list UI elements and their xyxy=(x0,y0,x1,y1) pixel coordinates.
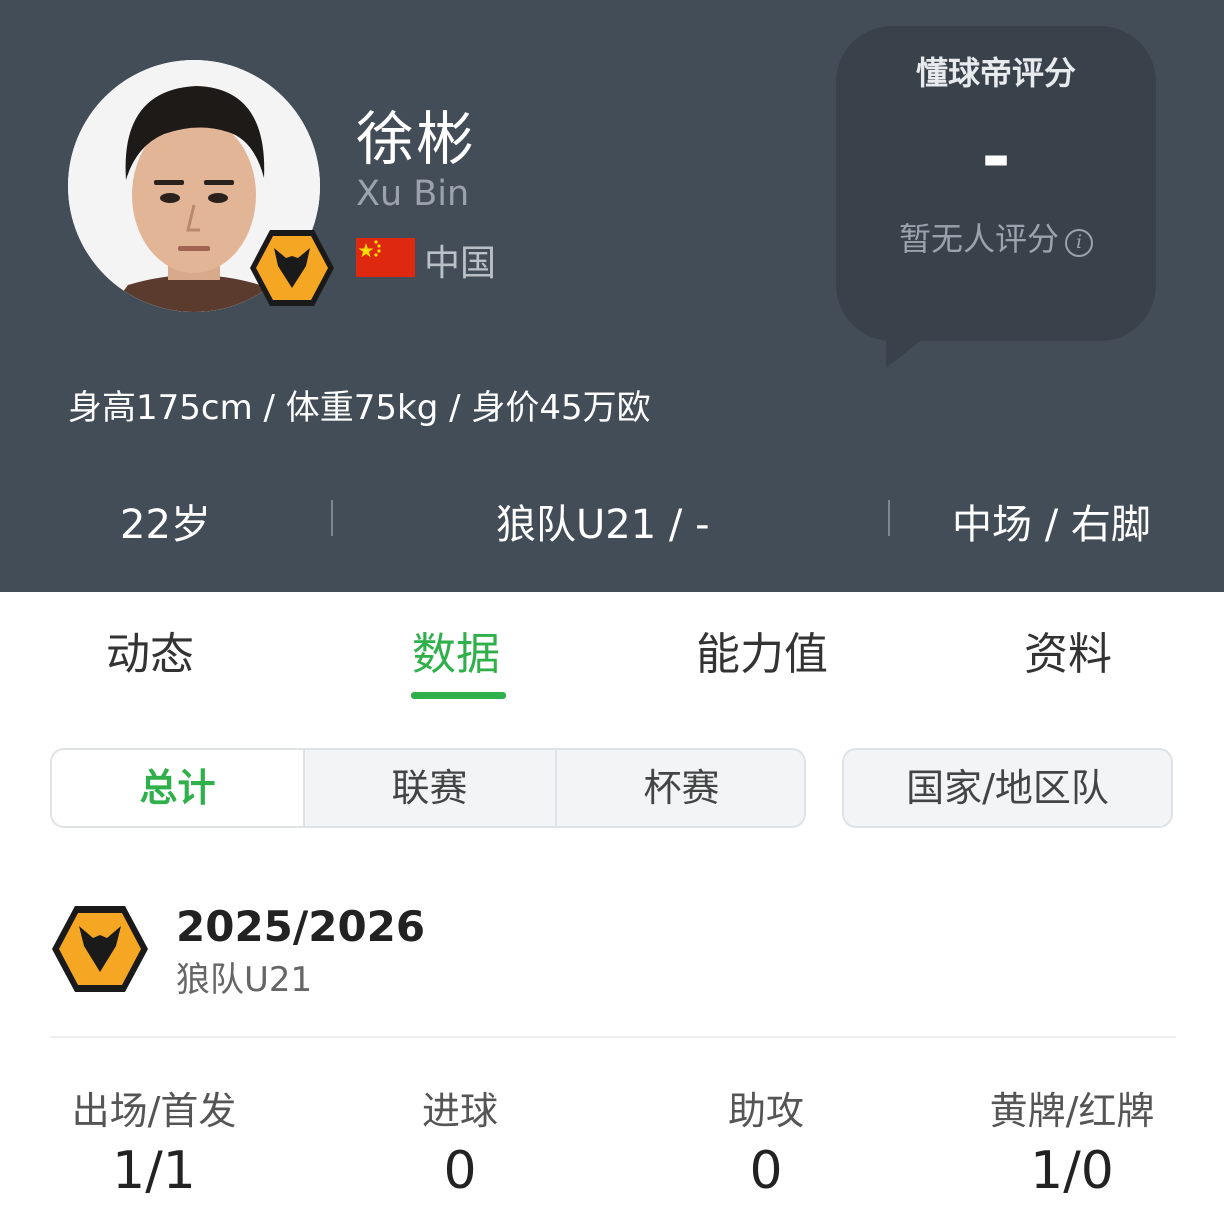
rating-value: - xyxy=(981,116,1011,198)
china-flag-icon xyxy=(356,238,415,277)
tab-ability[interactable]: 能力值 xyxy=(696,618,828,682)
tab-stats[interactable]: 数据 xyxy=(412,618,500,682)
stat-cards: 黄牌/红牌 1/0 xyxy=(922,1080,1222,1201)
rating-bubble-tail xyxy=(886,330,934,368)
player-country: 中国 xyxy=(424,243,497,284)
player-header: 徐彬 Xu Bin 中国 懂球帝评分 - 暂无人评分 i 身高175cm / 体重… xyxy=(0,0,1224,592)
info-icon[interactable]: i xyxy=(1065,229,1093,257)
stat-appearances: 出场/首发 1/1 xyxy=(4,1080,304,1201)
stat-value: 1/0 xyxy=(1030,1141,1114,1201)
stat-label: 黄牌/红牌 xyxy=(989,1089,1155,1133)
player-club-number[interactable]: 狼队U21 / - xyxy=(496,492,710,550)
stat-goals: 进球 0 xyxy=(310,1080,610,1201)
meta-divider xyxy=(888,500,890,536)
rating-title: 懂球帝评分 xyxy=(915,54,1076,92)
rating-note: 暂无人评分 i xyxy=(836,214,1156,260)
wolves-crest-icon xyxy=(52,906,148,992)
player-name-chinese: 徐彬 xyxy=(356,105,477,173)
player-position-foot: 中场 / 右脚 xyxy=(952,502,1151,548)
tab-profile[interactable]: 资料 xyxy=(1024,618,1112,682)
tab-bar: 动态 数据 能力值 资料 xyxy=(0,592,1224,702)
rating-card[interactable]: 懂球帝评分 - 暂无人评分 i xyxy=(836,26,1156,341)
season-team: 狼队U21 xyxy=(176,960,313,1000)
tab-news[interactable]: 动态 xyxy=(106,618,194,682)
player-age: 22岁 xyxy=(120,502,211,548)
wolves-crest-icon xyxy=(250,230,334,306)
section-divider xyxy=(50,1036,1176,1038)
filter-national-team[interactable]: 国家/地区队 xyxy=(842,748,1173,828)
stat-value: 0 xyxy=(749,1141,783,1201)
stat-label: 出场/首发 xyxy=(71,1089,237,1133)
player-meta-row: 22岁 狼队U21 / - 中场 / 右脚 xyxy=(0,492,1224,552)
rating-note-text: 暂无人评分 xyxy=(898,220,1059,258)
competition-filter: 总计 联赛 杯赛 xyxy=(50,748,806,828)
stat-value: 0 xyxy=(443,1141,477,1201)
stat-label: 助攻 xyxy=(727,1089,804,1133)
meta-divider xyxy=(331,500,333,536)
active-tab-indicator xyxy=(411,692,506,699)
season-year: 2025/2026 xyxy=(176,902,426,951)
filter-cup[interactable]: 杯赛 xyxy=(556,750,804,826)
stat-value: 1/1 xyxy=(112,1141,196,1201)
player-name-english: Xu Bin xyxy=(356,174,470,214)
stat-assists: 助攻 0 xyxy=(616,1080,916,1201)
player-body-info: 身高175cm / 体重75kg / 身价45万欧 xyxy=(68,388,651,428)
filter-total[interactable]: 总计 xyxy=(52,750,303,826)
filter-league[interactable]: 联赛 xyxy=(304,750,555,826)
stat-label: 进球 xyxy=(421,1089,498,1133)
